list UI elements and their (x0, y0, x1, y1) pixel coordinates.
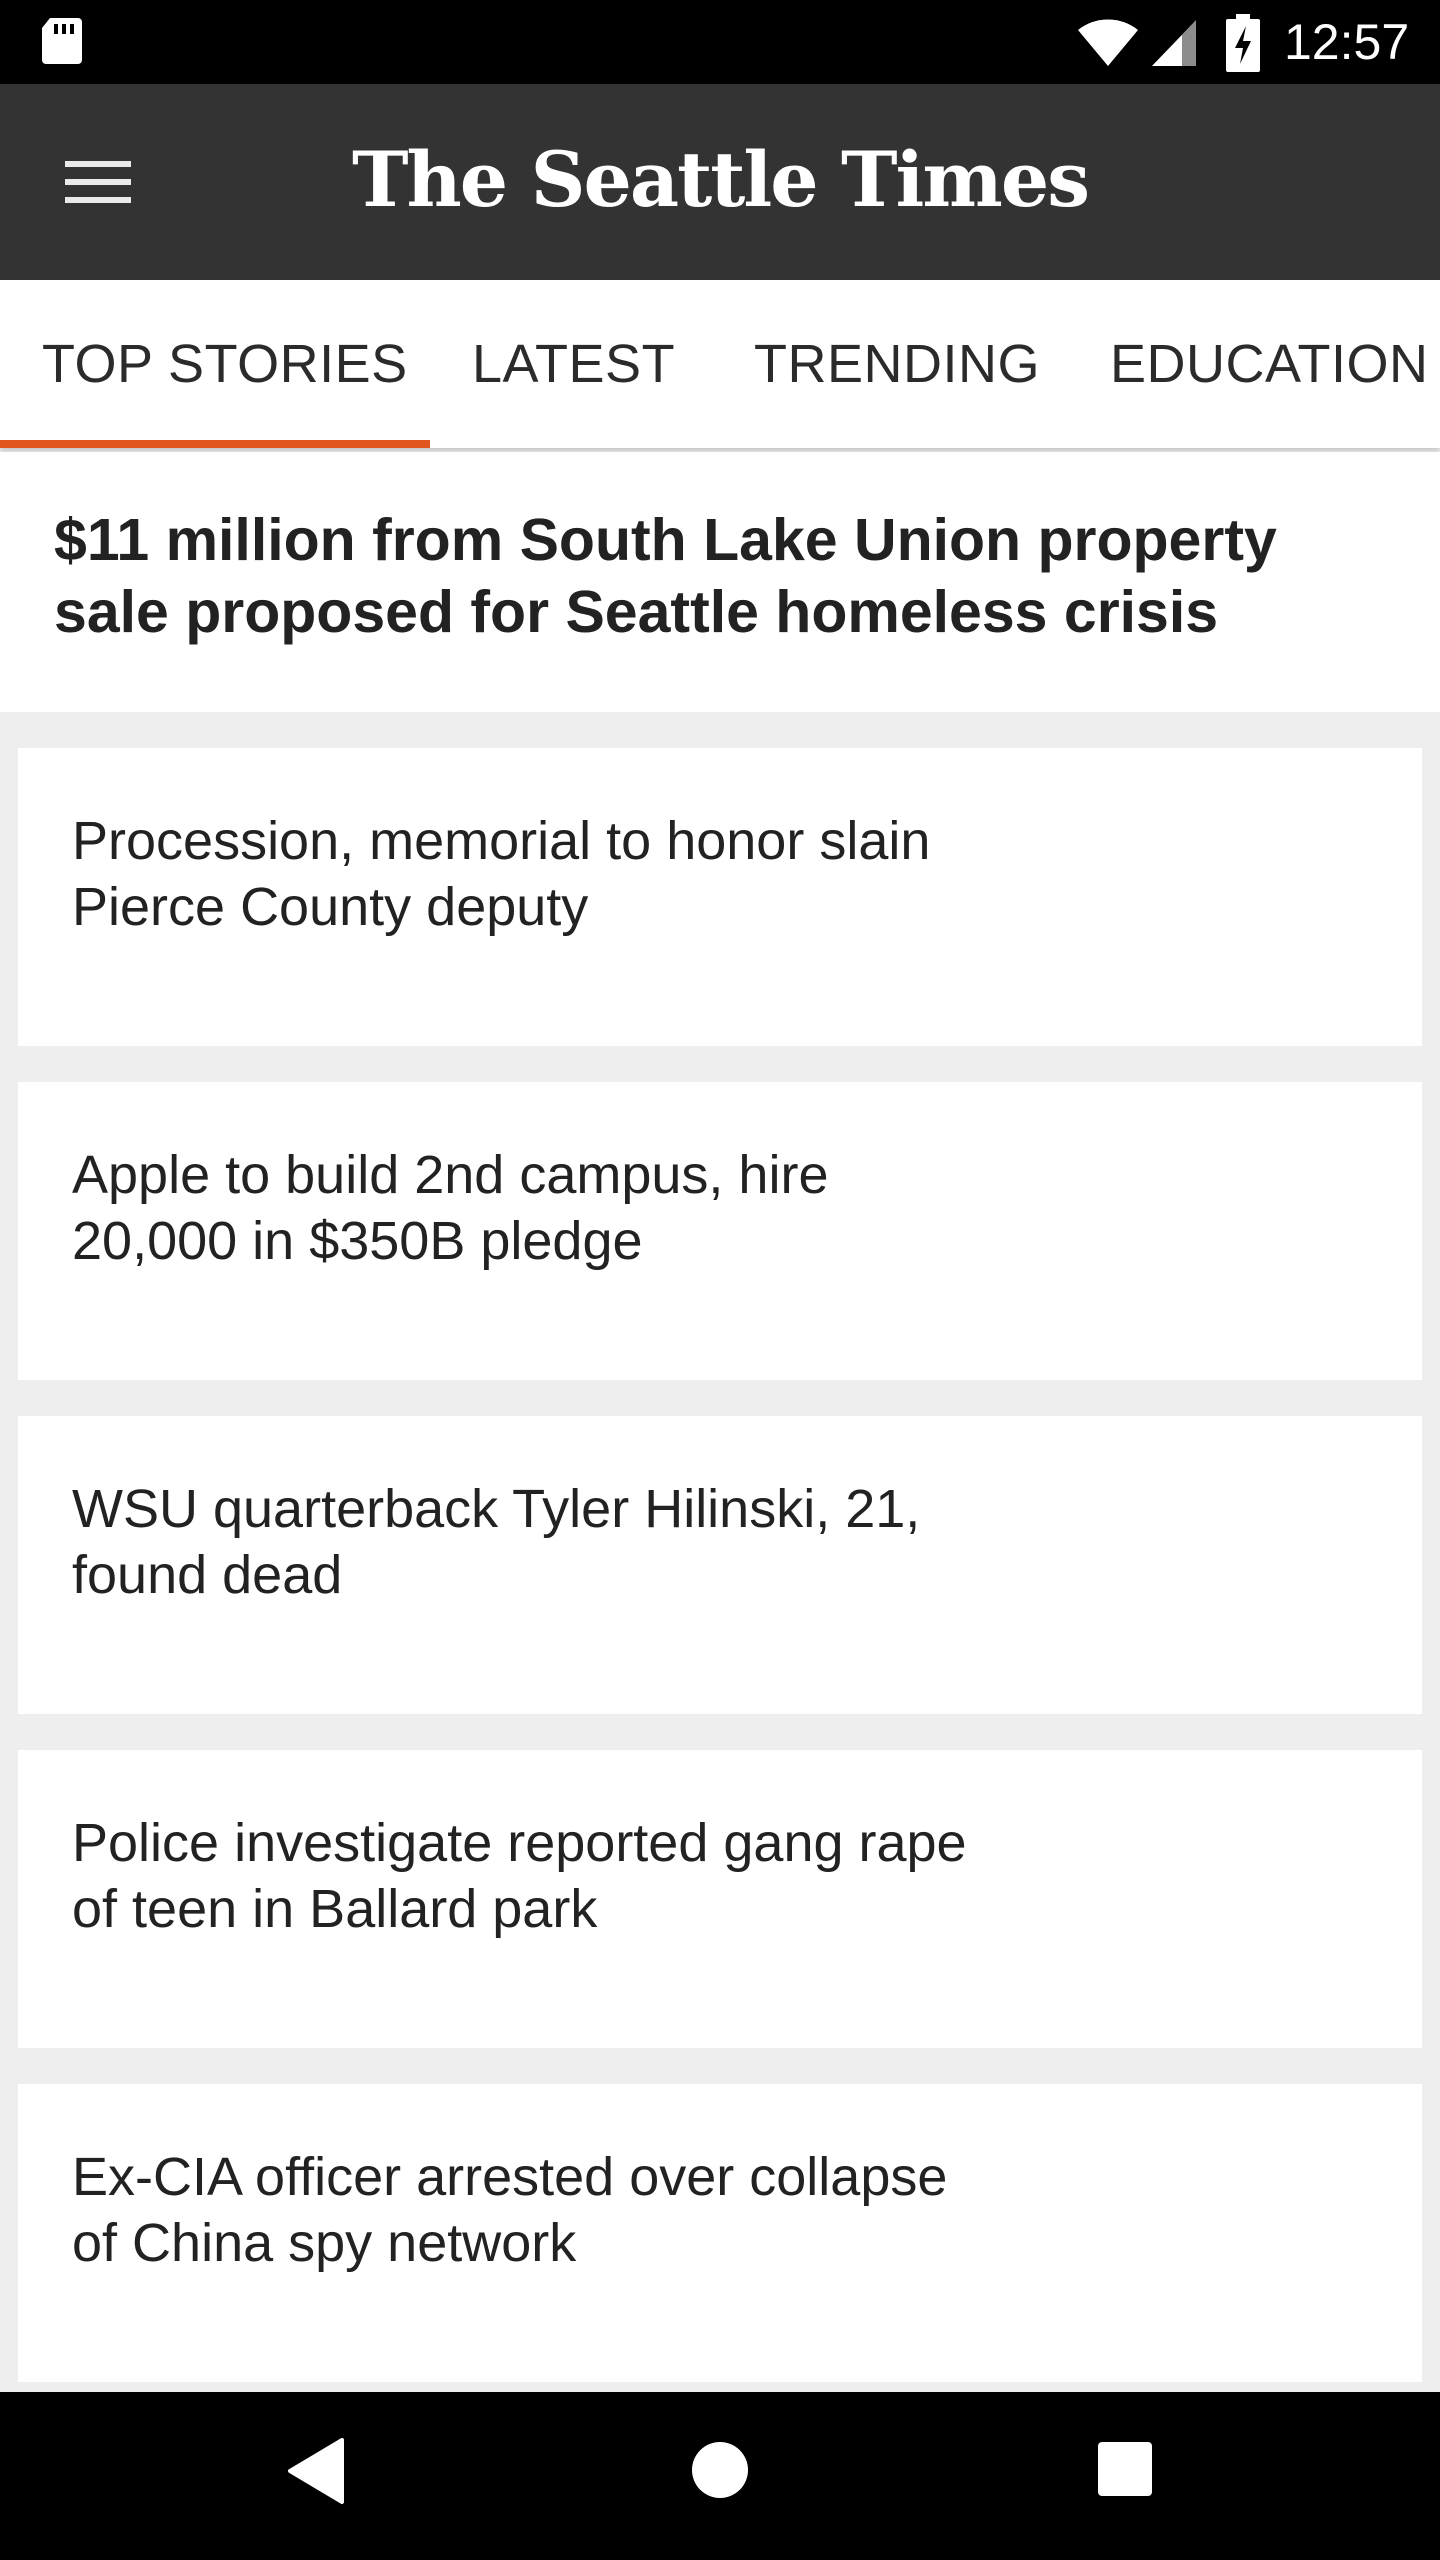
lead-headline-line: sale proposed for Seattle homeless crisi… (54, 579, 1219, 645)
story-headline-line: Procession, memorial to honor slain (72, 811, 931, 871)
wifi-icon (1078, 19, 1138, 66)
selected-tab-indicator (0, 440, 430, 448)
sd-card-icon (42, 18, 82, 64)
story-card[interactable]: Apple to build 2nd campus, hire 20,000 i… (18, 1082, 1422, 1380)
story-card[interactable]: Police investigate reported gang rape of… (18, 1750, 1422, 2048)
story-headline-line: Police investigate reported gang rape (72, 1813, 967, 1873)
story-headline: Apple to build 2nd campus, hire 20,000 i… (72, 1142, 1052, 1274)
story-headline: WSU quarterback Tyler Hilinski, 21, foun… (72, 1476, 1052, 1608)
story-headline: Ex-CIA officer arrested over collapse of… (72, 2144, 1052, 2276)
story-headline-line: WSU quarterback Tyler Hilinski, 21, (72, 1479, 921, 1539)
story-card[interactable]: Procession, memorial to honor slain Pier… (18, 748, 1422, 1046)
status-clock: 12:57 (1284, 14, 1410, 70)
section-tabs: TOP STORIES LATEST TRENDING EDUCATION (0, 280, 1440, 448)
story-headline-line: 20,000 in $350B pledge (72, 1211, 643, 1271)
story-headline-line: Pierce County deputy (72, 877, 589, 937)
status-bar: 12:57 (0, 0, 1440, 84)
story-headline-line: Apple to build 2nd campus, hire (72, 1145, 829, 1205)
story-headline-line: Ex-CIA officer arrested over collapse (72, 2147, 948, 2207)
story-headline-line: found dead (72, 1545, 343, 1605)
app-header: The Seattle Times (0, 84, 1440, 280)
tab-top-stories[interactable]: TOP STORIES (42, 280, 408, 448)
recents-icon[interactable] (1098, 2442, 1152, 2496)
tab-latest[interactable]: LATEST (472, 280, 675, 448)
battery-charging-icon (1226, 14, 1260, 72)
story-card[interactable]: WSU quarterback Tyler Hilinski, 21, foun… (18, 1416, 1422, 1714)
system-nav-bar (0, 2392, 1440, 2560)
home-icon[interactable] (692, 2442, 748, 2498)
tab-education[interactable]: EDUCATION (1110, 280, 1429, 448)
seattle-times-logo[interactable]: The Seattle Times (0, 130, 1440, 230)
lead-story[interactable]: $11 million from South Lake Union proper… (0, 452, 1440, 712)
story-headline: Police investigate reported gang rape of… (72, 1810, 1052, 1942)
lead-story-headline: $11 million from South Lake Union proper… (54, 504, 1374, 648)
story-headline-line: of teen in Ballard park (72, 1879, 598, 1939)
back-icon[interactable] (286, 2436, 346, 2506)
tab-trending[interactable]: TRENDING (754, 280, 1040, 448)
cell-signal-icon (1152, 20, 1196, 66)
story-headline-line: of China spy network (72, 2213, 577, 2273)
story-card[interactable]: Ex-CIA officer arrested over collapse of… (18, 2084, 1422, 2382)
lead-headline-line: $11 million from South Lake Union proper… (54, 507, 1277, 573)
story-headline: Procession, memorial to honor slain Pier… (72, 808, 1052, 940)
